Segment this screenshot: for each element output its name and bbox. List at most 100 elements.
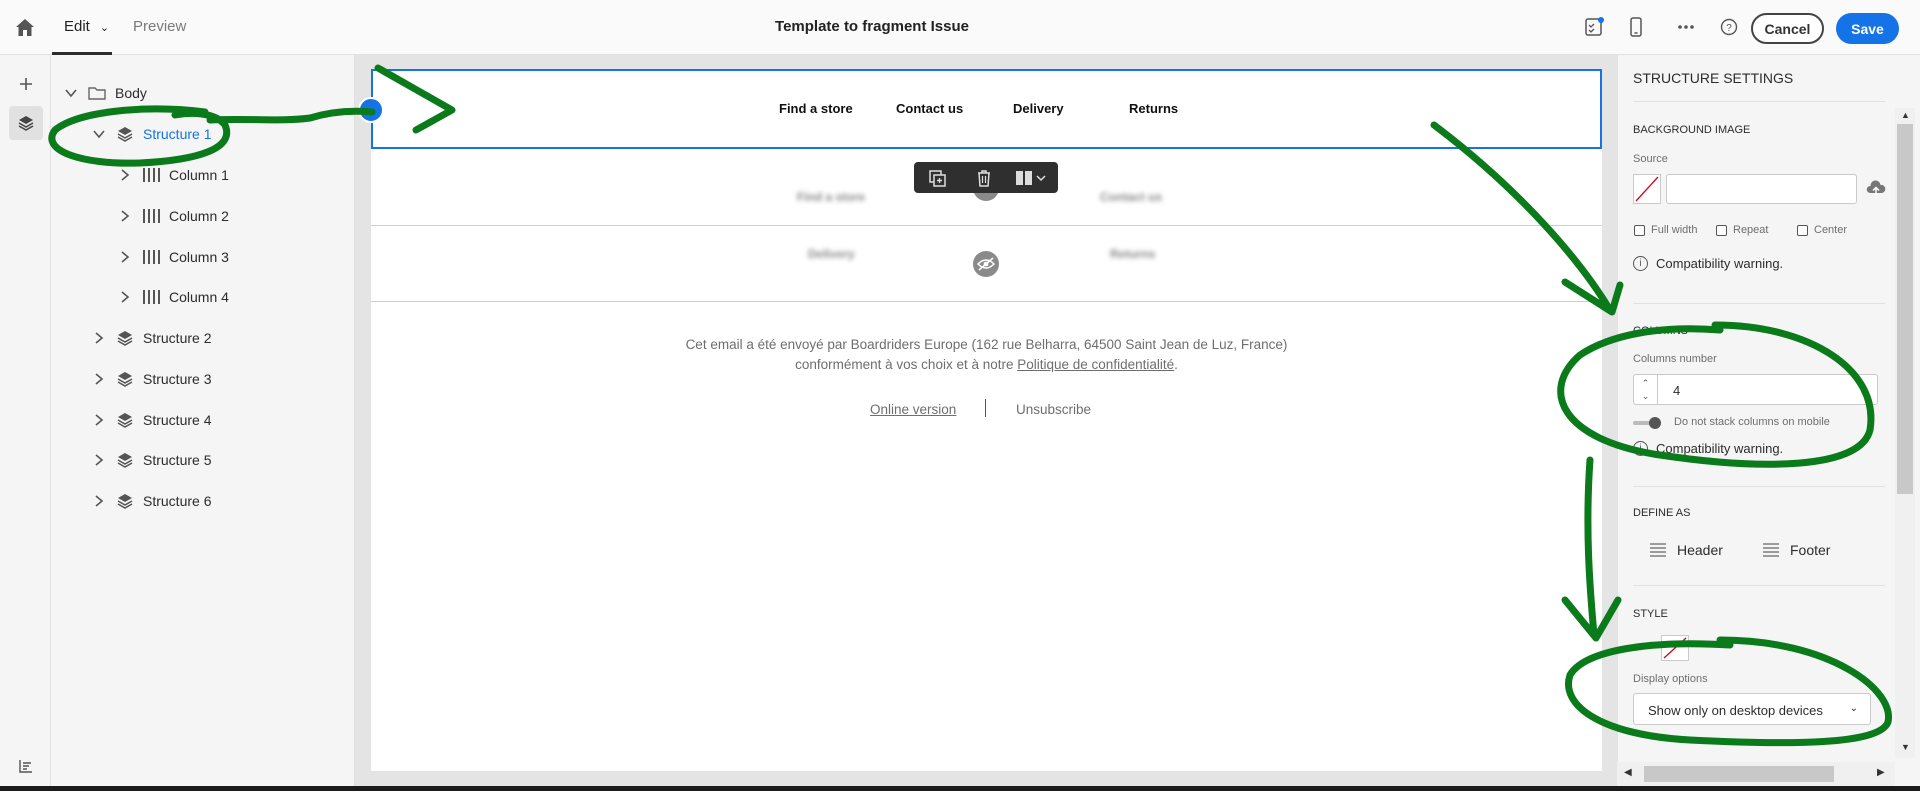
style-color-swatch[interactable] <box>1661 635 1689 661</box>
section-title-style: STYLE <box>1633 608 1668 620</box>
tree-item-column-3[interactable]: Column 3 <box>118 245 229 269</box>
save-button[interactable]: Save <box>1836 13 1899 44</box>
hidden-eye-icon <box>973 251 999 277</box>
privacy-policy-link[interactable]: Politique de confidentialité <box>1017 357 1174 372</box>
divider <box>1633 486 1885 487</box>
left-rail <box>0 55 51 791</box>
chevron-down-icon[interactable] <box>1035 168 1047 188</box>
tree-item-structure-4[interactable]: Structure 4 <box>92 408 211 432</box>
compatibility-warning: i Compatibility warning. <box>1633 256 1783 271</box>
panel-scrollbar-thumb[interactable] <box>1897 124 1913 494</box>
link-separator <box>985 399 986 417</box>
define-footer-label: Footer <box>1790 542 1831 558</box>
chevron-right-icon <box>95 332 104 344</box>
drag-handle[interactable] <box>358 97 384 123</box>
chevron-right-icon <box>121 210 130 222</box>
unsubscribe-link[interactable]: Unsubscribe <box>1016 402 1091 417</box>
background-color-swatch[interactable] <box>1633 174 1661 204</box>
column-icon <box>143 209 160 223</box>
mobile-preview-icon[interactable] <box>1625 16 1647 38</box>
structure-1-selected[interactable] <box>371 69 1602 149</box>
delete-icon[interactable] <box>974 168 994 188</box>
columns-icon[interactable] <box>1014 168 1034 188</box>
checkbox-box <box>1634 224 1645 236</box>
blurred-text: Contact us <box>1100 190 1163 204</box>
nav-contact-us[interactable]: Contact us <box>896 101 963 116</box>
columns-number-label: Columns number <box>1633 353 1717 365</box>
nav-find-a-store[interactable]: Find a store <box>779 101 853 116</box>
online-version-link[interactable]: Online version <box>870 402 956 417</box>
layers-icon <box>18 116 34 131</box>
checkbox-box <box>1716 224 1727 236</box>
duplicate-icon[interactable] <box>927 168 947 188</box>
column-icon <box>143 168 160 182</box>
compatibility-warning: i Compatibility warning. <box>1633 441 1783 456</box>
layers-icon <box>117 494 133 509</box>
tree-item-structure-2[interactable]: Structure 2 <box>92 326 211 350</box>
footer-icon <box>1763 543 1779 557</box>
warning-text: Compatibility warning. <box>1656 256 1784 271</box>
no-stack-toggle[interactable] <box>1633 417 1661 429</box>
columns-number-stepper[interactable]: ⌃ ⌄ 4 <box>1633 374 1878 405</box>
columns-number-value: 4 <box>1673 383 1681 398</box>
tree-item-column-4[interactable]: Column 4 <box>118 285 229 309</box>
tree-item-label: Column 2 <box>169 208 229 224</box>
display-options-select[interactable]: Show only on desktop devices ⌄ <box>1633 693 1871 725</box>
top-bar: Edit ⌄ Preview Template to fragment Issue… <box>0 0 1920 55</box>
scroll-left-icon[interactable]: ◀ <box>1624 767 1632 778</box>
divider <box>1633 585 1885 586</box>
no-stack-label: Do not stack columns on mobile <box>1674 416 1830 428</box>
define-header-button[interactable]: Header <box>1649 542 1723 558</box>
toggle-knob <box>1649 417 1661 429</box>
tree-item-structure-5[interactable]: Structure 5 <box>92 448 211 472</box>
chevron-down-icon <box>93 130 105 139</box>
center-checkbox[interactable]: Center <box>1797 224 1847 236</box>
upload-cloud-icon[interactable] <box>1866 179 1886 197</box>
scroll-up-icon[interactable]: ▲ <box>1901 110 1910 120</box>
define-footer-button[interactable]: Footer <box>1762 542 1830 558</box>
repeat-checkbox[interactable]: Repeat <box>1716 224 1768 236</box>
chevron-right-icon <box>95 454 104 466</box>
info-icon: i <box>1633 256 1648 271</box>
tree-item-label: Structure 4 <box>143 412 212 428</box>
source-input[interactable] <box>1666 174 1857 204</box>
divider <box>1633 303 1885 304</box>
nav-returns[interactable]: Returns <box>1129 101 1178 116</box>
footer-text: . <box>1174 357 1178 372</box>
tree-item-structure-6[interactable]: Structure 6 <box>92 489 211 513</box>
panel-title: STRUCTURE SETTINGS <box>1633 70 1794 86</box>
column-icon <box>143 290 160 304</box>
chevron-right-icon <box>95 495 104 507</box>
checkbox-label: Center <box>1814 224 1848 236</box>
blurred-text: Delivery <box>808 247 855 261</box>
cancel-button[interactable]: Cancel <box>1751 13 1824 44</box>
checklist-icon[interactable] <box>1583 16 1605 38</box>
footer-legal-line-1: Cet email a été envoyé par Boardriders E… <box>685 337 1288 352</box>
panel-horizontal-scrollbar-thumb[interactable] <box>1644 766 1834 782</box>
tree-item-column-2[interactable]: Column 2 <box>118 204 229 228</box>
tree-item-label: Column 1 <box>169 167 229 183</box>
nav-delivery[interactable]: Delivery <box>1013 101 1064 116</box>
column-icon <box>143 250 160 264</box>
section-title-columns: COLUMNS <box>1633 325 1689 337</box>
settings-bottom-button[interactable] <box>9 749 43 783</box>
add-button[interactable] <box>9 67 43 101</box>
scroll-down-icon[interactable]: ▼ <box>1901 742 1910 752</box>
tree-item-column-1[interactable]: Column 1 <box>118 163 229 187</box>
stepper-arrows-icon[interactable]: ⌃ ⌄ <box>1634 375 1658 404</box>
footer-text: conformément à vos choix et à notre <box>795 357 1018 372</box>
layers-icon <box>117 453 133 468</box>
plus-icon <box>20 78 32 90</box>
tree-item-body[interactable]: Body <box>64 81 147 105</box>
tree-item-structure-3[interactable]: Structure 3 <box>92 367 211 391</box>
checkbox-box <box>1797 224 1808 236</box>
tree-item-structure-1[interactable]: Structure 1 <box>92 122 211 146</box>
layers-button[interactable] <box>9 106 43 140</box>
tree-item-label: Column 3 <box>169 249 229 265</box>
more-icon[interactable] <box>1675 16 1697 38</box>
svg-text:?: ? <box>1726 23 1732 34</box>
scroll-right-icon[interactable]: ▶ <box>1877 767 1885 778</box>
tree-item-label: Column 4 <box>169 289 229 305</box>
full-width-checkbox[interactable]: Full width <box>1634 224 1697 236</box>
help-icon[interactable]: ? <box>1718 16 1740 38</box>
